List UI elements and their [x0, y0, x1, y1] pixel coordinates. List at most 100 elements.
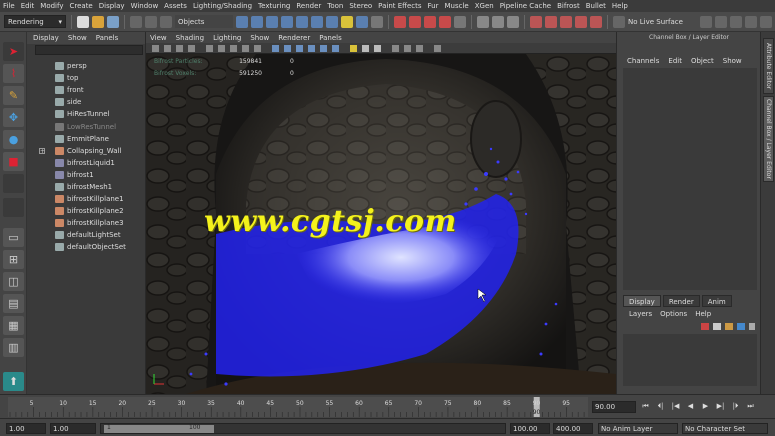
- outliner-layout-icon[interactable]: ⬆: [3, 372, 24, 391]
- motion-blur-icon[interactable]: [404, 45, 411, 52]
- cb-menu-edit[interactable]: Edit: [668, 57, 682, 65]
- outliner-item-hirestunnel[interactable]: HiResTunnel: [27, 108, 146, 120]
- outliner-item-lowrestunnel[interactable]: LowResTunnel: [27, 120, 146, 132]
- menu-toon[interactable]: Toon: [327, 2, 343, 10]
- layer-menu-options[interactable]: Options: [660, 310, 687, 318]
- gate-mask-icon[interactable]: [230, 45, 237, 52]
- menu-display[interactable]: Display: [99, 2, 125, 10]
- save-scene-icon[interactable]: [107, 15, 119, 28]
- outliner-item-bifrostkillplane1[interactable]: bifrostKillplane1: [27, 193, 146, 205]
- menu-fur[interactable]: Fur: [428, 2, 439, 10]
- menu-pipeline-cache[interactable]: Pipeline Cache: [500, 2, 551, 10]
- image-plane-icon[interactable]: [176, 45, 183, 52]
- menu-set-dropdown[interactable]: Rendering ▾: [4, 15, 66, 28]
- xray-joints-icon[interactable]: [362, 45, 369, 52]
- select-by-dynamic-icon[interactable]: [311, 15, 323, 28]
- render-current-icon[interactable]: [545, 15, 557, 28]
- anti-aliasing-icon[interactable]: [416, 45, 423, 52]
- outliner-item-defaultlightset[interactable]: defaultLightSet: [27, 229, 146, 241]
- select-by-curve-icon[interactable]: [266, 15, 278, 28]
- two-pane-layout-icon[interactable]: ◫: [3, 272, 24, 291]
- tool-settings-toggle-icon[interactable]: [744, 15, 757, 28]
- menu-paint-effects[interactable]: Paint Effects: [378, 2, 421, 10]
- grid-toggle-icon[interactable]: [188, 45, 195, 52]
- menu-modify[interactable]: Modify: [40, 2, 63, 10]
- make-live-icon[interactable]: [454, 15, 466, 28]
- outliner-item-bifrostliquid1[interactable]: bifrostLiquid1: [27, 157, 146, 169]
- viewport-menu-panels[interactable]: Panels: [319, 34, 342, 42]
- lasso-tool-icon[interactable]: ⌇: [3, 64, 24, 83]
- outliner-item-side[interactable]: side: [27, 96, 146, 108]
- viewport-menu-renderer[interactable]: Renderer: [278, 34, 310, 42]
- select-hierarchy-icon[interactable]: [130, 15, 142, 28]
- xray-icon[interactable]: [350, 45, 357, 52]
- anim-layer-dropdown[interactable]: No Anim Layer: [598, 423, 678, 434]
- move-layer-down-icon[interactable]: [737, 323, 745, 330]
- move-layer-up-icon[interactable]: [725, 323, 733, 330]
- no-live-surface-icon[interactable]: [613, 15, 625, 28]
- outliner-menu-show[interactable]: Show: [68, 34, 87, 42]
- safe-action-icon[interactable]: [254, 45, 261, 52]
- hypershade-icon[interactable]: [590, 15, 602, 28]
- character-set-dropdown[interactable]: No Character Set: [682, 423, 768, 434]
- outliner-item-top[interactable]: top: [27, 72, 146, 84]
- camera-attributes-icon[interactable]: [152, 45, 159, 52]
- select-by-misc-icon[interactable]: [341, 15, 353, 28]
- cb-menu-show[interactable]: Show: [723, 57, 742, 65]
- textured-icon[interactable]: [308, 45, 315, 52]
- wireframe-icon[interactable]: [272, 45, 279, 52]
- select-by-surface-icon[interactable]: [281, 15, 293, 28]
- camera-bookmark-icon[interactable]: [164, 45, 171, 52]
- menu-muscle[interactable]: Muscle: [444, 2, 468, 10]
- wireframe-on-shaded-icon[interactable]: [296, 45, 303, 52]
- select-by-handle-icon[interactable]: [236, 15, 248, 28]
- step-back-frame-icon[interactable]: ⏴|: [655, 400, 666, 412]
- select-by-joint-icon[interactable]: [251, 15, 263, 28]
- snap-view-plane-icon[interactable]: [439, 15, 451, 28]
- menu-assets[interactable]: Assets: [164, 2, 187, 10]
- selection-mode-dropdown[interactable]: Objects: [175, 15, 233, 28]
- new-layer-from-selected-icon[interactable]: [701, 323, 709, 330]
- outliner-item-defaultobjectset[interactable]: defaultObjectSet: [27, 241, 146, 253]
- tab-channel-box[interactable]: Channel Box / Layer Editor: [763, 96, 774, 182]
- tab-attribute-editor[interactable]: Attribute Editor: [763, 38, 774, 94]
- select-by-render-icon[interactable]: [326, 15, 338, 28]
- four-pane-layout-icon[interactable]: ⊞: [3, 250, 24, 269]
- playback-start-field[interactable]: 1.00: [50, 423, 96, 434]
- snap-grid-icon[interactable]: [394, 15, 406, 28]
- scale-tool-icon[interactable]: ■: [3, 152, 24, 171]
- menu-render[interactable]: Render: [296, 2, 321, 10]
- outliner-item-persp[interactable]: persp: [27, 60, 146, 72]
- new-empty-layer-icon[interactable]: [713, 323, 721, 330]
- outliner-menu-panels[interactable]: Panels: [96, 34, 119, 42]
- lock-selection-icon[interactable]: [356, 15, 368, 28]
- outliner-item-bifrostkillplane2[interactable]: bifrostKillplane2: [27, 205, 146, 217]
- menu-file[interactable]: File: [3, 2, 15, 10]
- new-scene-icon[interactable]: [77, 15, 89, 28]
- field-chart-icon[interactable]: [242, 45, 249, 52]
- snap-curve-icon[interactable]: [409, 15, 421, 28]
- menu-create[interactable]: Create: [69, 2, 92, 10]
- tab-anim-layers[interactable]: Anim: [701, 295, 732, 307]
- single-pane-layout-icon[interactable]: ▭: [3, 228, 24, 247]
- persp-graph-layout-icon[interactable]: ▦: [3, 316, 24, 335]
- shadows-icon[interactable]: [332, 45, 339, 52]
- sidebar-toggle-icon[interactable]: [714, 15, 727, 28]
- tab-render-layers[interactable]: Render: [662, 295, 700, 307]
- menu-xgen[interactable]: XGen: [475, 2, 494, 10]
- current-frame-field[interactable]: 90.00: [592, 401, 636, 413]
- hypershade-layout-icon[interactable]: ▥: [3, 338, 24, 357]
- menu-bifrost[interactable]: Bifrost: [557, 2, 580, 10]
- select-tool-icon[interactable]: ➤: [3, 42, 24, 61]
- step-forward-frame-icon[interactable]: |⏵: [730, 400, 741, 412]
- construction-history-icon[interactable]: [507, 15, 519, 28]
- outliner-item-bifrostkillplane3[interactable]: bifrostKillplane3: [27, 217, 146, 229]
- time-ruler[interactable]: 510152025303540455055606570758085909590: [8, 397, 588, 417]
- use-all-lights-icon[interactable]: [320, 45, 327, 52]
- playback-end-field[interactable]: 100.00: [510, 423, 550, 434]
- paint-select-tool-icon[interactable]: ✎: [3, 86, 24, 105]
- play-backwards-icon[interactable]: ◀: [685, 400, 696, 412]
- viewport-menu-show[interactable]: Show: [250, 34, 269, 42]
- cb-menu-channels[interactable]: Channels: [627, 57, 659, 65]
- play-forwards-icon[interactable]: ▶: [700, 400, 711, 412]
